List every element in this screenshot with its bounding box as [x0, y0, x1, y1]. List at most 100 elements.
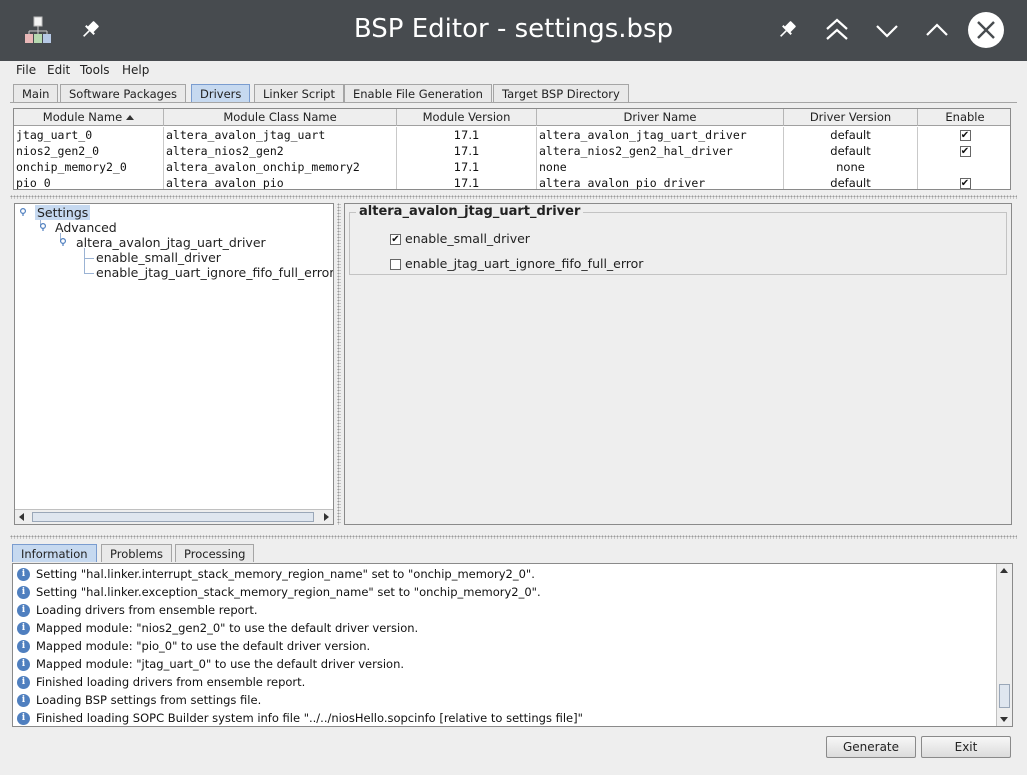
splitter-vertical[interactable] [337, 203, 341, 525]
exit-button[interactable]: Exit [921, 736, 1011, 758]
scrollbar-thumb[interactable] [32, 512, 314, 522]
cell-driver-version[interactable]: default [784, 127, 918, 143]
table-row[interactable]: pio_0 altera_avalon_pio 17.1 altera_aval… [14, 175, 1010, 189]
option-label: enable_jtag_uart_ignore_fifo_full_error [405, 256, 644, 271]
cell-driver-name[interactable]: altera_nios2_gen2_hal_driver [537, 143, 784, 159]
tab-main[interactable]: Main [13, 84, 59, 102]
log-entry: i Setting "hal.linker.interrupt_stack_mem… [17, 567, 535, 585]
menu-tools[interactable]: Tools [80, 63, 110, 77]
log-entry: i Loading BSP settings from settings file… [17, 693, 261, 711]
tab-information[interactable]: Information [12, 544, 97, 562]
table-row[interactable]: jtag_uart_0 altera_avalon_jtag_uart 17.1… [14, 127, 1010, 143]
checkbox-unchecked[interactable] [390, 259, 401, 270]
generate-button[interactable]: Generate [826, 736, 916, 758]
checkbox-checked[interactable]: ✔ [390, 234, 401, 245]
option-enable-jtag-uart-ignore-fifo-full-error[interactable]: enable_jtag_uart_ignore_fifo_full_error [390, 256, 643, 271]
log-entry: i Finished loading SOPC Builder system in… [17, 711, 583, 726]
menu-help[interactable]: Help [122, 63, 149, 77]
option-enable-small-driver[interactable]: ✔ enable_small_driver [390, 231, 530, 246]
cell-driver-name[interactable]: altera_avalon_pio_driver [537, 175, 784, 189]
tab-target-bsp-directory[interactable]: Target BSP Directory [493, 84, 629, 102]
log-entry: i Loading drivers from ensemble report. [17, 603, 258, 621]
tab-problems[interactable]: Problems [101, 544, 173, 562]
log-entry: i Finished loading drivers from ensemble … [17, 675, 305, 693]
table-row[interactable]: onchip_memory2_0 altera_avalon_onchip_me… [14, 159, 1010, 175]
cell-module-name: pio_0 [14, 175, 164, 189]
enable-checkbox[interactable]: ✔ [959, 178, 971, 189]
scrollbar-thumb[interactable] [999, 684, 1010, 708]
close-button[interactable] [968, 12, 1004, 48]
tree-node-advanced[interactable]: Advanced [55, 220, 117, 235]
tree-connector [84, 273, 94, 274]
message-log: i Setting "hal.linker.interrupt_stack_mem… [12, 563, 1013, 727]
tree-expand-handle-icon[interactable] [59, 238, 67, 246]
column-header-module-class-name[interactable]: Module Class Name [164, 109, 397, 126]
tab-linker-script[interactable]: Linker Script [254, 84, 344, 102]
pin-icon[interactable] [771, 14, 803, 46]
tree-connector [84, 248, 85, 273]
column-header-module-version[interactable]: Module Version [397, 109, 537, 126]
enable-checkbox[interactable]: ✔ [959, 130, 971, 141]
tab-enable-file-generation[interactable]: Enable File Generation [344, 84, 492, 102]
cell-module-class: altera_avalon_jtag_uart [164, 127, 397, 143]
title-bar: BSP Editor - settings.bsp [0, 0, 1027, 61]
settings-tree: Settings Advanced altera_avalon_jtag_uar… [14, 203, 334, 525]
column-header-module-name[interactable]: Module Name [14, 109, 164, 126]
tree-node-enable-small-driver[interactable]: enable_small_driver [96, 250, 221, 265]
cell-module-version: 17.1 [397, 159, 537, 175]
tree-horizontal-scrollbar[interactable] [15, 509, 333, 524]
tree-node-enable-jtag-uart-ignore-fifo-full-error[interactable]: enable_jtag_uart_ignore_fifo_full_error [96, 265, 333, 280]
chevron-up-icon[interactable] [921, 14, 953, 46]
tab-software-packages[interactable]: Software Packages [60, 84, 187, 102]
info-icon: i [17, 622, 30, 635]
column-header-driver-version[interactable]: Driver Version [784, 109, 918, 126]
cell-enable: ✔ [918, 143, 1010, 159]
tab-drivers[interactable]: Drivers [191, 84, 251, 102]
tree-connector [84, 258, 94, 259]
cell-module-class: altera_nios2_gen2 [164, 143, 397, 159]
info-icon: i [17, 712, 30, 725]
settings-detail-pane: altera_avalon_jtag_uart_driver ✔ enable_s… [344, 203, 1012, 525]
tab-processing[interactable]: Processing [175, 544, 255, 562]
drivers-table: Module Name Module Class Name Module Ver… [13, 108, 1011, 190]
option-label: enable_small_driver [405, 231, 530, 246]
splitter-horizontal[interactable] [10, 195, 1017, 199]
info-icon: i [17, 694, 30, 707]
scroll-left-icon[interactable] [19, 513, 24, 521]
scroll-up-icon[interactable] [1000, 568, 1008, 573]
tree-node-driver[interactable]: altera_avalon_jtag_uart_driver [76, 235, 266, 250]
tab-divider [10, 102, 1017, 103]
cell-enable [918, 159, 1010, 175]
tree-node-settings[interactable]: Settings [35, 205, 91, 220]
tree-expand-handle-icon[interactable] [19, 208, 27, 216]
cell-module-version: 17.1 [397, 175, 537, 189]
menu-file[interactable]: File [16, 63, 36, 77]
menu-edit[interactable]: Edit [47, 63, 70, 77]
main-window: File Edit Tools Help Main Software Packa… [0, 61, 1027, 775]
sort-ascending-icon [126, 115, 135, 120]
chevron-down-icon[interactable] [871, 14, 903, 46]
cell-driver-version[interactable]: none [784, 159, 918, 175]
column-header-driver-name[interactable]: Driver Name [537, 109, 784, 126]
info-icon: i [17, 604, 30, 617]
log-vertical-scrollbar[interactable] [996, 564, 1012, 726]
scroll-down-icon[interactable] [1000, 717, 1008, 722]
cell-driver-version[interactable]: default [784, 175, 918, 189]
scroll-right-icon[interactable] [324, 513, 329, 521]
cell-driver-name[interactable]: altera_avalon_jtag_uart_driver [537, 127, 784, 143]
splitter-horizontal[interactable] [10, 535, 1017, 539]
enable-checkbox[interactable]: ✔ [959, 146, 971, 157]
cell-module-name: nios2_gen2_0 [14, 143, 164, 159]
cell-enable: ✔ [918, 175, 1010, 189]
tree-expand-handle-icon[interactable] [39, 223, 47, 231]
log-entry: i Setting "hal.linker.exception_stack_mem… [17, 585, 541, 603]
info-icon: i [17, 586, 30, 599]
log-entry: i Mapped module: "jtag_uart_0" to use the… [17, 657, 404, 675]
cell-driver-version[interactable]: default [784, 143, 918, 159]
column-header-enable[interactable]: Enable [918, 109, 1010, 126]
double-chevron-up-icon[interactable] [821, 14, 853, 46]
table-row[interactable]: nios2_gen2_0 altera_nios2_gen2 17.1 alte… [14, 143, 1010, 159]
log-entry: i Mapped module: "nios2_gen2_0" to use th… [17, 621, 418, 639]
log-entry: i Mapped module: "pio_0" to use the defau… [17, 639, 370, 657]
cell-driver-name[interactable]: none [537, 159, 784, 175]
